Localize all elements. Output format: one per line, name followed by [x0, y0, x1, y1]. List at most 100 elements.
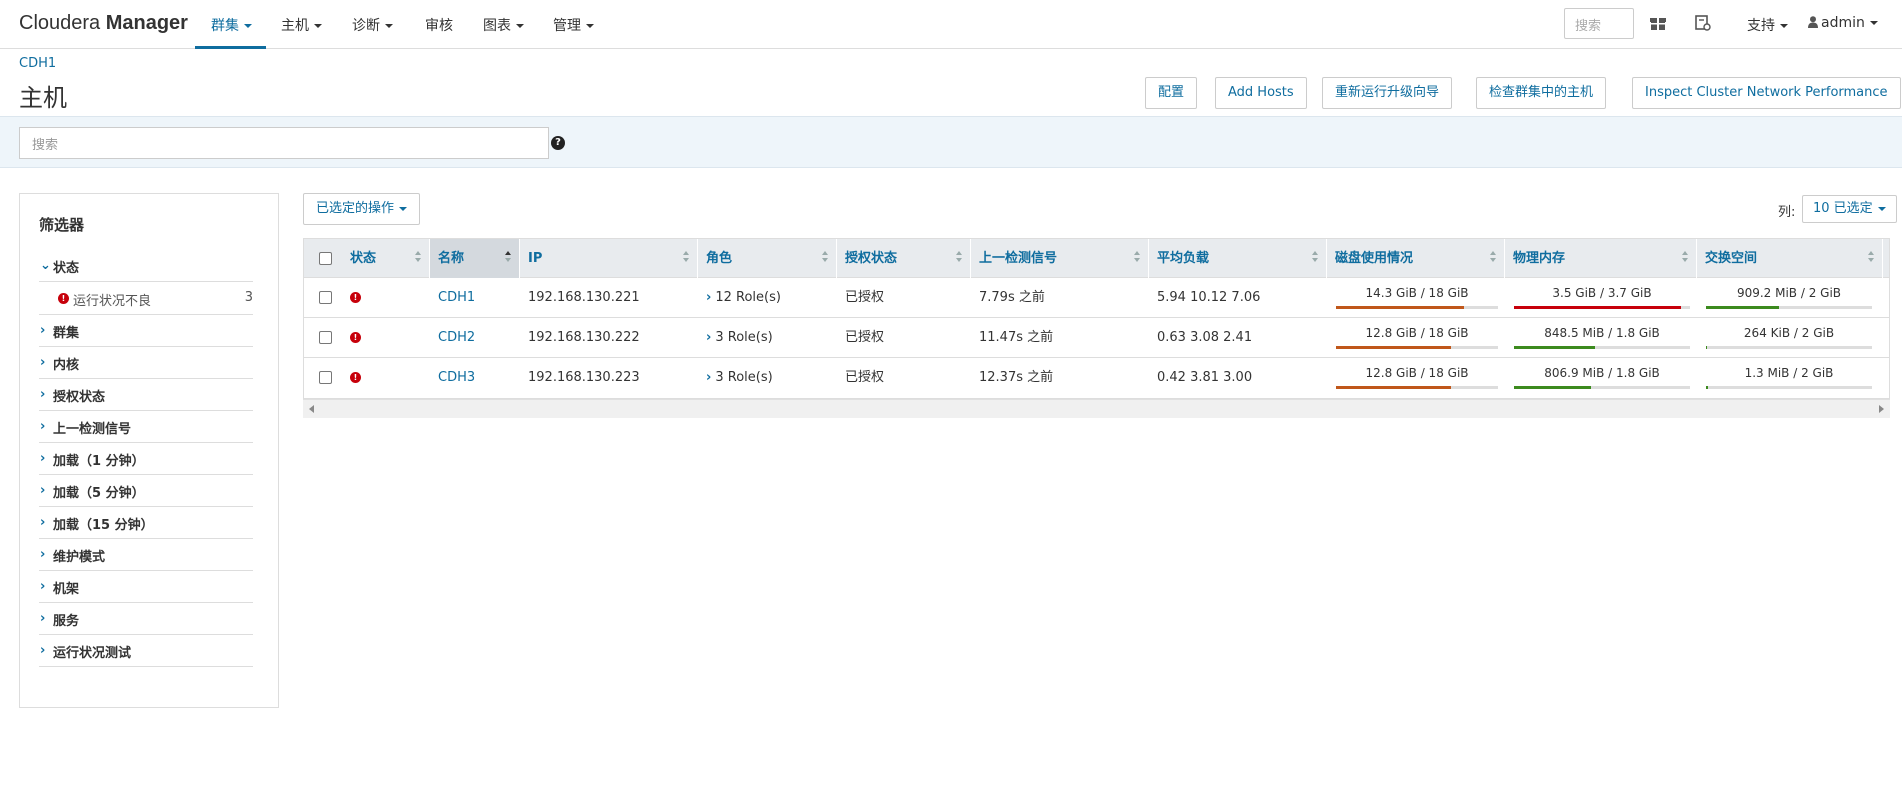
- filter-title: 筛选器: [39, 216, 85, 234]
- chevron-down-icon: [399, 206, 408, 211]
- header-name[interactable]: 名称: [430, 239, 520, 278]
- top-search-input[interactable]: 搜索: [1564, 8, 1634, 39]
- table-row: ! CDH3 192.168.130.223 › 3 Role(s) 已授权 12…: [304, 358, 1889, 398]
- header-authorization[interactable]: 授权状态: [837, 239, 971, 278]
- nav-audit-link[interactable]: 审核: [425, 15, 453, 35]
- filter-status-bad-health[interactable]: ! 运行状况不良 3: [39, 282, 253, 315]
- chevron-right-icon: ›: [706, 290, 712, 305]
- page-title: 主机: [19, 84, 67, 112]
- filter-load-15min[interactable]: › 加载（15 分钟）: [39, 507, 253, 539]
- selected-actions-dropdown[interactable]: 已选定的操作: [303, 193, 421, 225]
- chevron-down-icon: [1877, 206, 1886, 211]
- help-icon[interactable]: ?: [551, 136, 565, 150]
- host-last-heartbeat: 12.37s 之前: [979, 370, 1054, 385]
- host-load-average: 0.42 3.81 3.00: [1157, 370, 1253, 385]
- host-load-average: 5.94 10.12 7.06: [1157, 290, 1261, 305]
- row-checkbox[interactable]: [319, 291, 332, 304]
- chevron-right-icon: ›: [40, 387, 46, 402]
- filter-last-heartbeat[interactable]: › 上一检测信号: [39, 411, 253, 443]
- sort-icon: [683, 251, 689, 265]
- disk-usage-bar: 12.8 GiB / 18 GiB: [1336, 324, 1498, 352]
- header-last-heartbeat[interactable]: 上一检测信号: [971, 239, 1149, 278]
- header-ip[interactable]: IP: [520, 239, 698, 278]
- host-ip: 192.168.130.222: [528, 330, 640, 345]
- swap-usage-bar: 264 KiB / 2 GiB: [1706, 324, 1872, 352]
- table-header: 状态 名称 IP 角色 授权状态 上一检测信号 平均负载 磁盘使用情况 物理内存…: [304, 239, 1889, 278]
- host-roles-toggle[interactable]: › 3 Role(s): [698, 318, 773, 358]
- chevron-right-icon: ›: [40, 611, 46, 626]
- nav-hosts-menu[interactable]: 主机: [281, 15, 322, 35]
- scroll-left-arrow-icon[interactable]: [309, 405, 314, 413]
- user-icon: [1808, 16, 1818, 28]
- chevron-down-icon: [586, 24, 594, 28]
- host-name-link[interactable]: CDH1: [438, 290, 475, 305]
- host-search-input[interactable]: 搜索: [19, 127, 549, 159]
- nav-diagnostics-menu[interactable]: 诊断: [352, 15, 393, 35]
- sort-icon: [1682, 251, 1688, 265]
- chevron-down-icon: [1869, 21, 1878, 25]
- running-commands-icon[interactable]: [1694, 14, 1712, 32]
- memory-usage-bar: 848.5 MiB / 1.8 GiB: [1514, 324, 1690, 352]
- chevron-right-icon: ›: [40, 419, 46, 434]
- disk-usage-bar: 12.8 GiB / 18 GiB: [1336, 364, 1498, 392]
- inspect-network-performance-button[interactable]: Inspect Cluster Network Performance: [1632, 77, 1901, 109]
- memory-usage-bar: 806.9 MiB / 1.8 GiB: [1514, 364, 1690, 392]
- header-status[interactable]: 状态: [342, 239, 430, 278]
- header-roles[interactable]: 角色: [698, 239, 837, 278]
- scroll-right-arrow-icon[interactable]: [1879, 405, 1884, 413]
- nav-charts-menu[interactable]: 图表: [483, 15, 524, 35]
- sort-icon: [415, 251, 421, 265]
- rerun-upgrade-wizard-button[interactable]: 重新运行升级向导: [1322, 77, 1453, 109]
- filter-load-1min[interactable]: › 加载（1 分钟）: [39, 443, 253, 475]
- filter-cores[interactable]: › 内核: [39, 347, 253, 379]
- brand-logo[interactable]: Cloudera Manager: [19, 12, 188, 35]
- row-checkbox[interactable]: [319, 371, 332, 384]
- sort-icon: [1312, 251, 1318, 265]
- filter-status[interactable]: ⌄ 状态: [39, 250, 253, 282]
- sort-icon: [1134, 251, 1140, 265]
- config-button[interactable]: 配置: [1145, 77, 1198, 109]
- swap-usage-bar: 909.2 MiB / 2 GiB: [1706, 284, 1872, 312]
- columns-selector-dropdown[interactable]: 10 已选定: [1802, 195, 1897, 223]
- nav-cluster-menu[interactable]: 群集: [211, 15, 252, 35]
- filter-load-5min[interactable]: › 加载（5 分钟）: [39, 475, 253, 507]
- filter-authorization[interactable]: › 授权状态: [39, 379, 253, 411]
- host-roles-toggle[interactable]: › 12 Role(s): [698, 278, 781, 318]
- support-menu[interactable]: 支持: [1747, 15, 1788, 35]
- inspect-hosts-button[interactable]: 检查群集中的主机: [1476, 77, 1607, 109]
- filter-cluster[interactable]: › 群集: [39, 315, 253, 347]
- chevron-right-icon: ›: [40, 515, 46, 530]
- row-checkbox[interactable]: [319, 331, 332, 344]
- error-icon: !: [58, 293, 69, 304]
- header-disk-usage[interactable]: 磁盘使用情况: [1327, 239, 1505, 278]
- host-name-link[interactable]: CDH2: [438, 330, 475, 345]
- add-hosts-button[interactable]: Add Hosts: [1215, 77, 1307, 109]
- header-load-average[interactable]: 平均负载: [1149, 239, 1327, 278]
- user-menu[interactable]: admin: [1808, 15, 1878, 31]
- table-row: ! CDH1 192.168.130.221 › 12 Role(s) 已授权 7…: [304, 278, 1889, 318]
- breadcrumb-cluster-link[interactable]: CDH1: [19, 56, 56, 71]
- chevron-right-icon: ›: [706, 370, 712, 385]
- horizontal-scrollbar[interactable]: [303, 399, 1890, 418]
- filter-rack[interactable]: › 机架: [39, 571, 253, 603]
- filter-health-tests[interactable]: › 运行状况测试: [39, 635, 253, 667]
- error-icon: !: [350, 372, 361, 383]
- filter-maintenance-mode[interactable]: › 维护模式: [39, 539, 253, 571]
- swap-usage-bar: 1.3 MiB / 2 GiB: [1706, 364, 1872, 392]
- parcel-gift-icon[interactable]: [1649, 14, 1667, 32]
- host-ip: 192.168.130.221: [528, 290, 640, 305]
- select-all-checkbox[interactable]: [319, 252, 332, 265]
- host-roles-toggle[interactable]: › 3 Role(s): [698, 358, 773, 398]
- chevron-right-icon: ›: [40, 579, 46, 594]
- host-ip: 192.168.130.223: [528, 370, 640, 385]
- sort-ascending-icon: [505, 251, 511, 265]
- filter-services[interactable]: › 服务: [39, 603, 253, 635]
- header-swap-space[interactable]: 交换空间: [1697, 239, 1883, 278]
- host-name-link[interactable]: CDH3: [438, 370, 475, 385]
- header-physical-memory[interactable]: 物理内存: [1505, 239, 1697, 278]
- host-authorization: 已授权: [845, 330, 885, 345]
- disk-usage-bar: 14.3 GiB / 18 GiB: [1336, 284, 1498, 312]
- nav-admin-menu[interactable]: 管理: [553, 15, 594, 35]
- chevron-right-icon: ›: [706, 330, 712, 345]
- chevron-right-icon: ›: [40, 355, 46, 370]
